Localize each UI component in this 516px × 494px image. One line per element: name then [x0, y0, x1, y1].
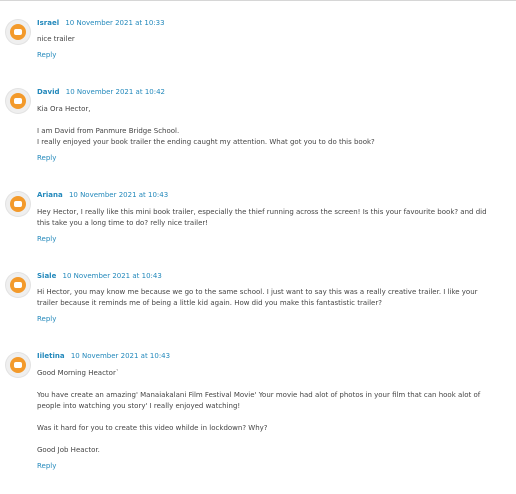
blogger-avatar-icon[interactable]	[6, 273, 30, 297]
blogger-avatar-icon[interactable]	[6, 353, 30, 377]
comment-text: You have create an amazing' Manaiakalani…	[37, 391, 481, 410]
top-divider	[0, 0, 516, 1]
comment-author[interactable]: Iiletina	[37, 352, 65, 360]
blogger-avatar-icon[interactable]	[6, 20, 30, 44]
comment-text: I really enjoyed your book trailer the e…	[37, 138, 375, 146]
comment-date[interactable]: 10 November 2021 at 10:43	[63, 272, 162, 280]
comment-date[interactable]: 10 November 2021 at 10:43	[71, 352, 170, 360]
comment-author[interactable]: Israel	[37, 19, 59, 27]
comment-date[interactable]: 10 November 2021 at 10:43	[69, 191, 168, 199]
blogger-avatar-icon[interactable]	[6, 89, 30, 113]
reply-link[interactable]: Reply	[37, 462, 56, 470]
comment-text: Hey Hector, I really like this mini book…	[37, 208, 487, 227]
comment-author[interactable]: David	[37, 88, 60, 96]
comment-author[interactable]: Siale	[37, 272, 56, 280]
reply-link[interactable]: Reply	[37, 315, 56, 323]
comment-text: Was it hard for you to create this video…	[37, 424, 268, 432]
comment-text: I am David from Panmure Bridge School.	[37, 127, 180, 135]
blogger-avatar-icon[interactable]	[6, 192, 30, 216]
comment-text: Hi Hector, you may know me because we go…	[37, 288, 478, 307]
comment-author[interactable]: Ariana	[37, 191, 63, 199]
comment-date[interactable]: 10 November 2021 at 10:33	[65, 19, 164, 27]
comment-text: Kia Ora Hector,	[37, 105, 91, 113]
reply-link[interactable]: Reply	[37, 235, 56, 243]
comment-date[interactable]: 10 November 2021 at 10:42	[66, 88, 165, 96]
reply-link[interactable]: Reply	[37, 51, 56, 59]
comment-text: nice trailer	[37, 35, 75, 43]
comment-text: Good Morning Heactor`	[37, 369, 120, 377]
comment-text: Good Job Heactor.	[37, 446, 100, 454]
reply-link[interactable]: Reply	[37, 154, 56, 162]
